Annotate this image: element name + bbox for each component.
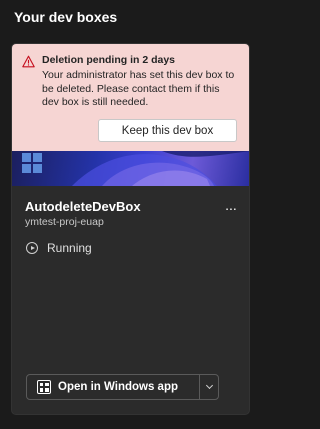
open-button-group: Open in Windows app (26, 374, 219, 400)
warning-message: Your administrator has set this dev box … (42, 69, 235, 108)
open-button-label: Open in Windows app (58, 381, 179, 393)
open-options-dropdown[interactable] (200, 375, 218, 399)
deletion-warning-banner: Deletion pending in 2 days Your administ… (12, 44, 249, 151)
status-text: Running (47, 241, 92, 255)
dev-box-name: AutodeleteDevBox (25, 199, 141, 214)
warning-icon (22, 55, 35, 68)
dev-box-project: ymtest-proj-euap (25, 216, 104, 228)
warning-title: Deletion pending in 2 days (42, 54, 176, 66)
more-options-button[interactable]: ... (221, 198, 241, 218)
dev-box-card: Deletion pending in 2 days Your administ… (11, 43, 250, 415)
open-in-windows-app-button[interactable]: Open in Windows app (27, 375, 200, 399)
chevron-down-icon (205, 381, 213, 390)
status-row: Running (26, 241, 92, 255)
page-title: Your dev boxes (14, 9, 118, 25)
bloom-wallpaper-image (72, 151, 249, 186)
play-circle-icon (26, 242, 38, 254)
dev-box-thumbnail (12, 151, 249, 186)
windows-app-icon (37, 380, 51, 394)
windows-logo-icon (22, 153, 42, 173)
keep-dev-box-button[interactable]: Keep this dev box (98, 119, 237, 142)
warning-header: Deletion pending in 2 days (22, 54, 239, 68)
